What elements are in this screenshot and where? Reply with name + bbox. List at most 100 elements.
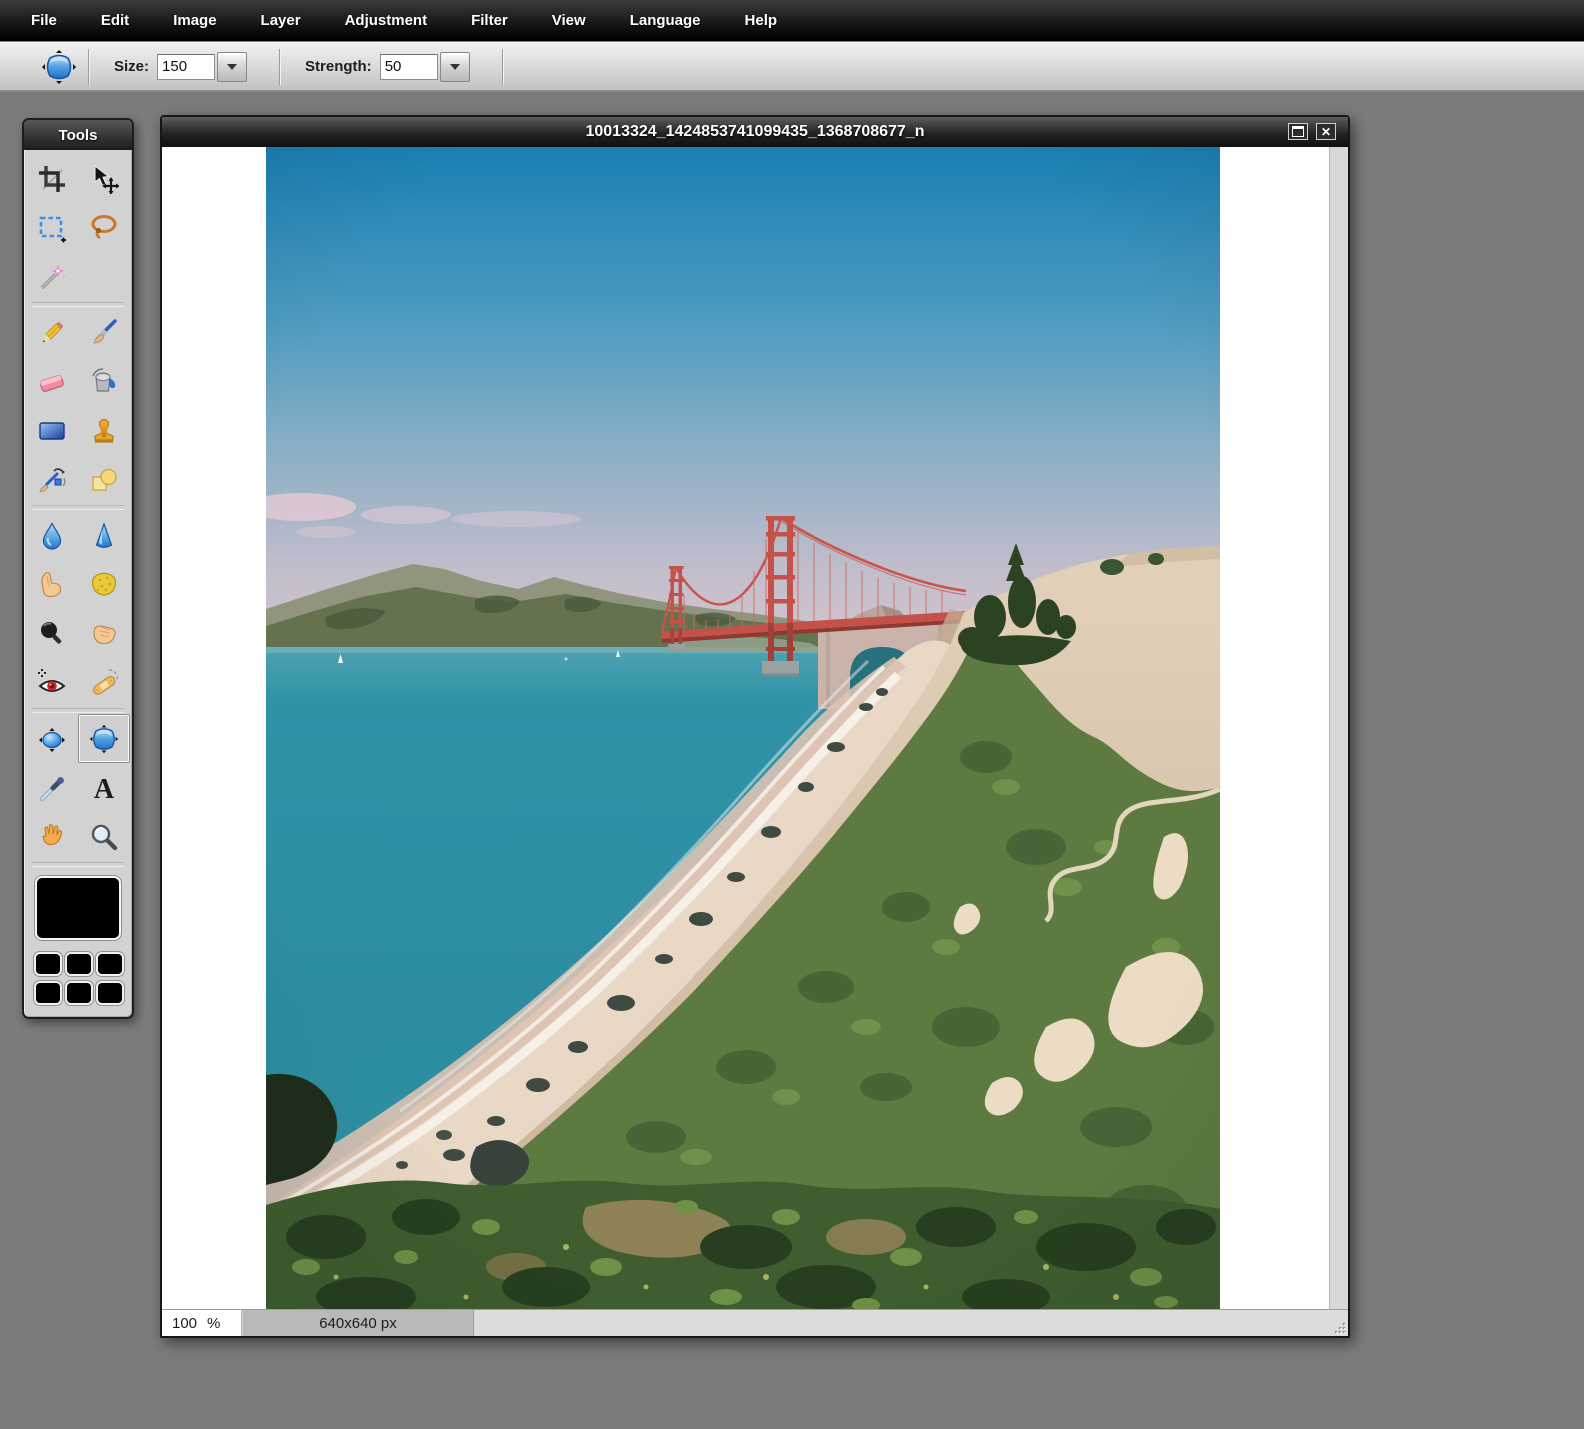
- close-button[interactable]: ✕: [1316, 123, 1336, 140]
- tool-smudge[interactable]: [26, 560, 78, 609]
- swatch-dot[interactable]: [34, 952, 62, 976]
- burn-hand-icon: [93, 624, 116, 644]
- move-icon: [94, 164, 119, 194]
- image-dimensions-box: 640x640 px: [242, 1310, 474, 1336]
- menu-filter[interactable]: Filter: [471, 12, 508, 29]
- canvas-area[interactable]: [162, 147, 1348, 1309]
- menu-bar: File Edit Image Layer Adjustment Filter …: [0, 0, 1584, 41]
- pinch-tool-icon: [42, 49, 76, 84]
- tool-marquee[interactable]: [26, 203, 78, 252]
- crop-icon: [39, 165, 65, 192]
- toolbox-palette: Tools A: [22, 118, 134, 1019]
- sponge-icon: [91, 572, 117, 596]
- tool-wand[interactable]: [26, 252, 78, 301]
- tool-pinch[interactable]: [78, 714, 130, 763]
- menu-layer[interactable]: Layer: [261, 12, 301, 29]
- tool-drawing[interactable]: [78, 455, 130, 504]
- options-divider: [88, 48, 90, 85]
- tool-clone-stamp[interactable]: [78, 406, 130, 455]
- tool-bloat[interactable]: [26, 714, 78, 763]
- menu-help[interactable]: Help: [745, 12, 778, 29]
- status-bar: 100 % 640x640 px: [162, 1309, 1348, 1336]
- image-dimensions: 640x640 px: [319, 1314, 397, 1332]
- menu-view[interactable]: View: [552, 12, 586, 29]
- zoom-level-value: 100: [172, 1314, 198, 1332]
- tool-red-eye[interactable]: [26, 658, 78, 707]
- pencil-icon: [42, 321, 64, 342]
- resize-grip[interactable]: [1331, 1319, 1347, 1335]
- clone-stamp-icon: [94, 418, 114, 443]
- fill-icon: [92, 367, 116, 392]
- menu-edit[interactable]: Edit: [101, 12, 129, 29]
- tool-dodge[interactable]: [26, 609, 78, 658]
- hand-icon: [42, 823, 63, 845]
- tool-zoom[interactable]: [78, 812, 130, 861]
- vignette: [266, 147, 1220, 1309]
- swatch-dot[interactable]: [65, 981, 93, 1005]
- tool-burn[interactable]: [78, 609, 130, 658]
- eyedropper-icon: [39, 776, 64, 801]
- photo-golden-gate-bridge[interactable]: [266, 147, 1220, 1309]
- tool-group-divider: [32, 862, 124, 867]
- tool-hand[interactable]: [26, 812, 78, 861]
- eraser-icon: [39, 374, 64, 392]
- window-title: 10013324_1424853741099435_1368708677_n: [585, 123, 925, 140]
- menu-image[interactable]: Image: [173, 12, 216, 29]
- menu-file[interactable]: File: [31, 12, 57, 29]
- chevron-down-icon: [449, 63, 460, 70]
- tool-fill[interactable]: [78, 357, 130, 406]
- swatch-dots: [24, 944, 132, 1017]
- zoom-magnifier-icon: [91, 824, 118, 850]
- bloat-icon: [39, 727, 65, 752]
- tool-sponge[interactable]: [78, 560, 130, 609]
- size-dropdown-button[interactable]: [217, 51, 248, 82]
- swatch-dot[interactable]: [34, 981, 62, 1005]
- swatch-dot[interactable]: [96, 952, 124, 976]
- tool-eraser[interactable]: [26, 357, 78, 406]
- brush-icon: [93, 318, 117, 343]
- color-replace-icon: [39, 467, 66, 492]
- menu-language[interactable]: Language: [630, 12, 701, 29]
- tool-grid: A: [24, 150, 132, 868]
- tool-group-divider: [32, 708, 124, 713]
- tool-group-divider: [32, 302, 124, 307]
- blur-drop-icon: [42, 521, 62, 550]
- lasso-icon: [91, 214, 117, 239]
- zoom-level-box[interactable]: 100 %: [162, 1310, 242, 1336]
- swatch-dot[interactable]: [65, 952, 93, 976]
- tool-pencil[interactable]: [26, 308, 78, 357]
- smudge-finger-icon: [41, 571, 62, 597]
- tool-empty: [78, 252, 130, 301]
- size-input[interactable]: [157, 53, 216, 80]
- wand-icon: [40, 264, 65, 289]
- window-title-bar[interactable]: 10013324_1424853741099435_1368708677_n ✕: [162, 117, 1348, 147]
- options-divider: [501, 48, 504, 85]
- drawing-shapes-icon: [92, 468, 117, 491]
- vertical-scrollbar[interactable]: [1329, 147, 1348, 1309]
- toolbox-title[interactable]: Tools: [24, 120, 132, 150]
- tool-blur[interactable]: [26, 511, 78, 560]
- tool-sharpen[interactable]: [78, 511, 130, 560]
- tool-gradient[interactable]: [26, 406, 78, 455]
- pinch-icon: [89, 724, 119, 753]
- tool-brush[interactable]: [78, 308, 130, 357]
- strength-dropdown-button[interactable]: [439, 51, 470, 82]
- tool-type[interactable]: A: [78, 763, 130, 812]
- image-window: 10013324_1424853741099435_1368708677_n ✕: [160, 115, 1350, 1338]
- tool-spot-heal[interactable]: [78, 658, 130, 707]
- heal-bandage-icon: [93, 668, 118, 695]
- tool-options-bar: Size: Strength:: [0, 42, 1584, 92]
- maximize-button[interactable]: [1288, 123, 1308, 140]
- swatch-dot[interactable]: [96, 981, 124, 1005]
- menu-adjustment[interactable]: Adjustment: [345, 12, 428, 29]
- foreground-color-swatch[interactable]: [35, 876, 121, 940]
- tool-lasso[interactable]: [78, 203, 130, 252]
- tool-crop[interactable]: [26, 154, 78, 203]
- dodge-icon: [41, 621, 62, 644]
- tool-move[interactable]: [78, 154, 130, 203]
- strength-input[interactable]: [379, 53, 438, 80]
- svg-text:A: A: [94, 774, 115, 803]
- tool-color-replace[interactable]: [26, 455, 78, 504]
- tool-color-picker[interactable]: [26, 763, 78, 812]
- type-icon: A: [94, 774, 115, 803]
